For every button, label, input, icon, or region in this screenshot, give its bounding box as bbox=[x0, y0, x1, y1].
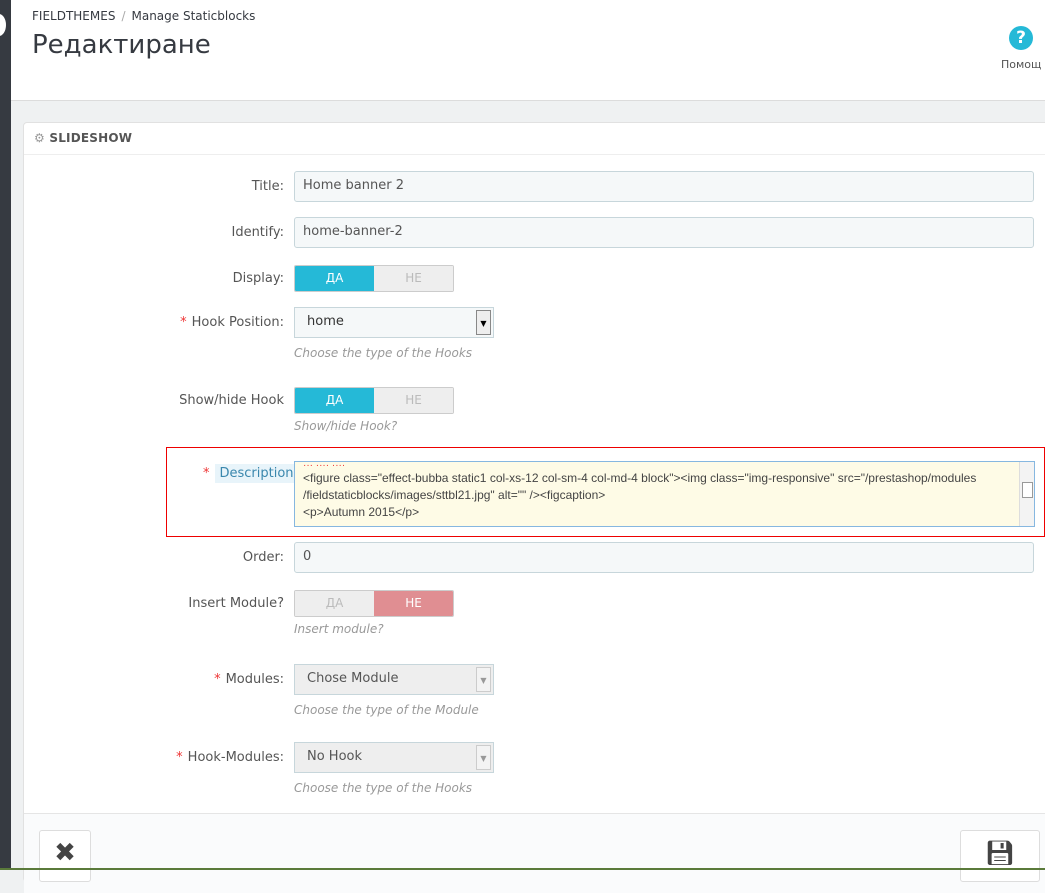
show-hide-hook-help: Show/hide Hook? bbox=[294, 419, 398, 433]
description-line: <p>Autumn 2015</p> bbox=[303, 505, 420, 519]
chevron-down-icon: ▼ bbox=[476, 310, 491, 335]
floppy-disk-icon: 💾︎ bbox=[984, 839, 1016, 867]
breadcrumb: FIELDTHEMES / Manage Staticblocks bbox=[32, 9, 256, 23]
textarea-scrollbar[interactable] bbox=[1019, 462, 1034, 526]
cancel-button[interactable]: ✖ bbox=[39, 830, 91, 882]
show-hide-hook-no[interactable]: НЕ bbox=[374, 388, 453, 413]
panel-title: SLIDESHOW bbox=[49, 131, 133, 145]
show-hide-hook-yes[interactable]: ДА bbox=[295, 388, 374, 413]
title-input[interactable]: Home banner 2 bbox=[294, 171, 1034, 202]
display-no[interactable]: НЕ bbox=[374, 266, 453, 291]
show-hide-hook-label: Show/hide Hook bbox=[179, 393, 284, 408]
question-circle-icon: ? bbox=[1009, 26, 1033, 50]
display-switch[interactable]: ДА НЕ bbox=[294, 265, 454, 292]
panel-heading: ⚙ SLIDESHOW bbox=[24, 123, 1045, 155]
breadcrumb-parent[interactable]: FIELDTHEMES bbox=[32, 9, 115, 23]
description-label: * Description bbox=[203, 464, 299, 483]
page-title: Редактиране bbox=[32, 30, 211, 60]
hook-modules-help: Choose the type of the Hooks bbox=[294, 781, 473, 795]
hook-position-select[interactable]: home ▼ bbox=[294, 307, 494, 338]
hook-modules-label: * Hook-Modules: bbox=[176, 750, 284, 765]
help-button[interactable]: ? Помощ bbox=[1001, 26, 1041, 71]
panel-footer: ✖ 💾︎ bbox=[24, 813, 1045, 893]
display-yes[interactable]: ДА bbox=[295, 266, 374, 291]
chevron-down-icon: ▼ bbox=[476, 745, 491, 770]
page-header: FIELDTHEMES / Manage Staticblocks Редактир… bbox=[11, 0, 1045, 101]
order-input[interactable]: 0 bbox=[294, 542, 1034, 573]
title-label: Title: bbox=[251, 179, 284, 194]
sidebar-logo bbox=[0, 14, 6, 36]
description-line: /fieldstaticblocks/images/sttbl21.jpg" a… bbox=[303, 488, 606, 502]
sidebar bbox=[0, 0, 11, 870]
insert-module-help: Insert module? bbox=[294, 622, 384, 636]
help-label: Помощ bbox=[1001, 58, 1042, 71]
gear-icon: ⚙ bbox=[34, 131, 45, 145]
chevron-down-icon: ▼ bbox=[476, 667, 491, 692]
identify-label: Identify: bbox=[231, 225, 284, 240]
insert-module-yes[interactable]: ДА bbox=[295, 591, 374, 616]
hook-modules-select[interactable]: No Hook ▼ bbox=[294, 742, 494, 773]
description-textarea[interactable]: ··· ···· ···· <figure class="effect-bubb… bbox=[294, 461, 1035, 527]
insert-module-no[interactable]: НЕ bbox=[374, 591, 453, 616]
description-line: <figure class="effect-bubba static1 col-… bbox=[303, 471, 977, 485]
hook-position-label: * Hook Position: bbox=[180, 315, 284, 330]
modules-label: * Modules: bbox=[214, 672, 284, 687]
order-label: Order: bbox=[242, 550, 284, 565]
show-hide-hook-switch[interactable]: ДА НЕ bbox=[294, 387, 454, 414]
breadcrumb-current: Manage Staticblocks bbox=[131, 9, 256, 23]
save-button[interactable]: 💾︎ bbox=[960, 830, 1040, 882]
modules-help: Choose the type of the Module bbox=[294, 703, 479, 717]
modules-select[interactable]: Chose Module ▼ bbox=[294, 664, 494, 695]
hook-position-help: Choose the type of the Hooks bbox=[294, 346, 473, 360]
identify-input[interactable]: home-banner-2 bbox=[294, 217, 1034, 248]
display-label: Display: bbox=[232, 271, 284, 286]
close-icon: ✖ bbox=[54, 838, 76, 868]
description-highlight: * Description ··· ···· ···· <figure class… bbox=[166, 447, 1045, 537]
form-panel: ⚙ SLIDESHOW Title: Home banner 2 Identif… bbox=[23, 122, 1045, 893]
insert-module-label: Insert Module? bbox=[188, 596, 284, 611]
insert-module-switch[interactable]: ДА НЕ bbox=[294, 590, 454, 617]
